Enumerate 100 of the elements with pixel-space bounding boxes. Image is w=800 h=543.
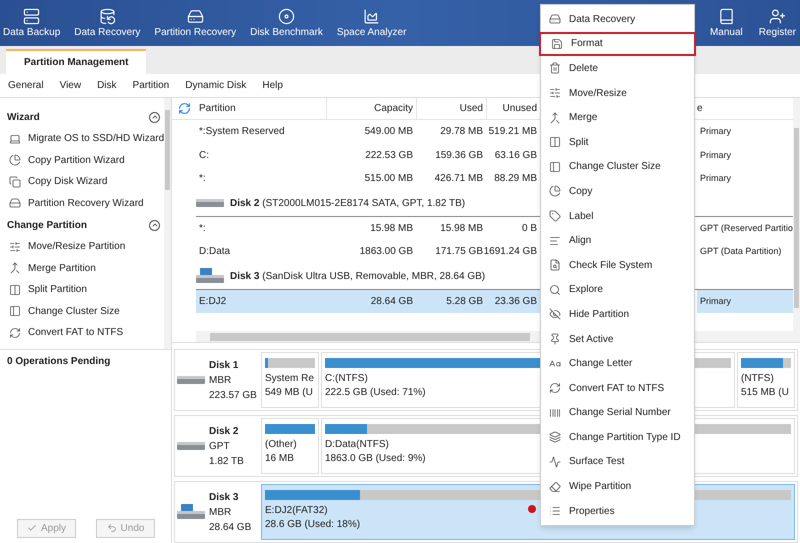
drive-icon bbox=[196, 199, 224, 207]
table-cell-text: 28.64 GB bbox=[370, 294, 413, 309]
sidebar-item[interactable]: Convert FAT to NTFS bbox=[28, 325, 124, 340]
sidebar-item[interactable]: Partition Recovery Wizard bbox=[28, 196, 144, 211]
collapse-toggle[interactable] bbox=[149, 220, 160, 230]
menu-item[interactable]: General bbox=[8, 78, 44, 93]
sidebar-item[interactable]: Merge Partition bbox=[28, 260, 96, 276]
table-cell-text: 171.75 GB bbox=[435, 245, 483, 260]
table-row[interactable]: D:Data 1863.00 GB 171.75 GB1691.24 GB bbox=[196, 240, 540, 264]
table-cell-text: 1863.00 GB bbox=[360, 245, 413, 260]
menu-item[interactable]: Partition bbox=[132, 78, 170, 93]
table-cell-text: Primary bbox=[699, 148, 732, 162]
collapse-toggle[interactable] bbox=[149, 112, 160, 122]
table-cell-text: 15.98 MB bbox=[440, 222, 483, 236]
context-menu-item[interactable]: Convert FAT to NTFS bbox=[541, 376, 694, 400]
partition-detail: 28.6 GB (Used: 18%) bbox=[265, 518, 360, 532]
context-menu-item[interactable]: Merge bbox=[541, 105, 694, 130]
table-row[interactable]: E:DJ2 28.64 GB 5.28 GB 23.36 GB bbox=[196, 290, 540, 313]
section-title: Wizard bbox=[7, 110, 40, 124]
sidebar-item[interactable]: Move/Resize Partition bbox=[28, 239, 126, 254]
column-header[interactable]: Unused bbox=[502, 101, 537, 116]
sliders-icon bbox=[9, 240, 21, 253]
scrollbar-thumb[interactable] bbox=[794, 128, 799, 308]
toolbar-button[interactable]: Register bbox=[758, 8, 796, 38]
eye-off-icon bbox=[549, 308, 561, 320]
context-menu-item[interactable]: Data Recovery bbox=[541, 7, 694, 32]
pin-icon bbox=[549, 333, 561, 346]
menu-item[interactable]: Disk bbox=[97, 78, 117, 93]
table-cell-text: 23.36 GB bbox=[494, 294, 537, 309]
chart-icon bbox=[363, 8, 380, 25]
partition-detail: 515 MB (U bbox=[741, 386, 789, 400]
sidebar-item[interactable]: Change Cluster Size bbox=[28, 304, 120, 319]
partition-block[interactable]: (Other) 16 MB bbox=[261, 418, 319, 474]
toolbar-button[interactable]: Manual bbox=[710, 8, 743, 38]
column-header[interactable]: e bbox=[697, 101, 703, 116]
copy-icon bbox=[9, 176, 21, 188]
partition-label: C:(NTFS) bbox=[325, 372, 368, 386]
section-title: Change Partition bbox=[7, 218, 88, 232]
context-menu-item[interactable]: Change Letter bbox=[541, 351, 694, 376]
partition-block[interactable]: System Re 549 MB (U bbox=[261, 352, 319, 408]
toolbar-button[interactable]: Data Backup bbox=[3, 8, 60, 38]
context-menu-item[interactable]: Hide Partition bbox=[541, 302, 694, 327]
table-row[interactable]: C: 222.53 GB 159.36 GB 63.16 GB bbox=[196, 144, 540, 167]
sidebar-item[interactable]: Split Partition bbox=[28, 282, 87, 298]
scrollbar-thumb[interactable] bbox=[165, 110, 170, 190]
menu-item[interactable]: Help bbox=[262, 78, 283, 93]
partition-label: System Re bbox=[265, 372, 314, 386]
disk-style: GPT bbox=[209, 440, 231, 454]
context-menu-item[interactable]: Surface Test bbox=[541, 450, 694, 474]
toolbar-button[interactable]: Disk Benchmark bbox=[250, 8, 323, 38]
layers-icon bbox=[549, 431, 561, 444]
align-icon bbox=[549, 234, 561, 247]
pie-icon bbox=[9, 154, 21, 166]
table-row[interactable]: *: 15.98 MB 15.98 MB 0 B bbox=[196, 216, 540, 240]
sidebar-item[interactable]: Copy Disk Wizard bbox=[28, 174, 108, 190]
partition-block[interactable]: (NTFS) 515 MB (U bbox=[737, 352, 795, 408]
drive-icon bbox=[177, 504, 205, 520]
tab[interactable]: Partition Management bbox=[6, 49, 146, 74]
partition-label: D:Data(NTFS) bbox=[325, 438, 389, 452]
disc-icon bbox=[278, 8, 296, 25]
context-menu-item[interactable]: Set Active bbox=[541, 326, 694, 352]
book-icon bbox=[718, 8, 735, 25]
context-menu-item[interactable]: Properties bbox=[541, 498, 694, 524]
context-menu-item[interactable]: Move/Resize bbox=[541, 80, 694, 106]
toolbar-button[interactable]: Space Analyzer bbox=[336, 8, 406, 38]
context-menu-item[interactable]: Change Cluster Size bbox=[541, 154, 694, 180]
panel-icon bbox=[9, 305, 21, 318]
chevron-up-icon bbox=[150, 113, 159, 121]
table-cell-text: 519.21 MB bbox=[488, 125, 537, 140]
table-cell-text: C: bbox=[199, 148, 209, 163]
table-cell-text: 159.36 GB bbox=[435, 148, 483, 163]
scrollbar-thumb[interactable] bbox=[210, 332, 530, 340]
disk-name: Disk 3 bbox=[209, 490, 240, 504]
table-cell-text: *: bbox=[199, 172, 206, 186]
trash-icon bbox=[549, 62, 561, 74]
column-header[interactable]: Partition bbox=[199, 101, 236, 116]
context-menu-item[interactable]: Change Partition Type ID bbox=[541, 425, 694, 450]
column-header[interactable]: Capacity bbox=[374, 101, 413, 116]
refresh-icon[interactable] bbox=[178, 102, 190, 115]
context-menu-item[interactable]: Delete bbox=[541, 56, 694, 81]
split-icon bbox=[549, 136, 561, 148]
menu-item[interactable]: View bbox=[60, 78, 82, 93]
disk-title: Disk 2 (ST2000LM015-2E8174 SATA, GPT, 1.82 TB) bbox=[230, 196, 466, 210]
partition-detail: 1863.0 GB (Used: 9%) bbox=[325, 452, 426, 466]
partition-detail: 549 MB (U bbox=[265, 386, 313, 400]
table-cell-text: 5.28 GB bbox=[446, 294, 483, 309]
context-menu-item[interactable]: Split bbox=[541, 130, 694, 155]
toolbar-button[interactable]: Partition Recovery bbox=[154, 8, 236, 38]
table-cell: Primary bbox=[697, 290, 793, 313]
context-menu-item[interactable]: Align bbox=[541, 228, 694, 253]
column-header[interactable]: Used bbox=[460, 101, 483, 116]
table-row[interactable]: *:System Reserved 549.00 MB 29.78 MB 519.21 MB bbox=[196, 120, 540, 144]
table-row[interactable]: *: 515.00 MB 426.71 MB 88.29 MB bbox=[196, 167, 540, 190]
menu-item[interactable]: Dynamic Disk bbox=[185, 78, 246, 93]
toolbar-button[interactable]: Data Recovery bbox=[74, 8, 140, 38]
database-icon bbox=[98, 8, 116, 25]
sidebar-item[interactable]: Copy Partition Wizard bbox=[28, 152, 125, 168]
table-cell-text: 549.00 MB bbox=[364, 125, 413, 140]
context-menu-item[interactable]: Format bbox=[539, 32, 696, 56]
sidebar-item[interactable]: Migrate OS to SSD/HD Wizard bbox=[28, 131, 164, 146]
